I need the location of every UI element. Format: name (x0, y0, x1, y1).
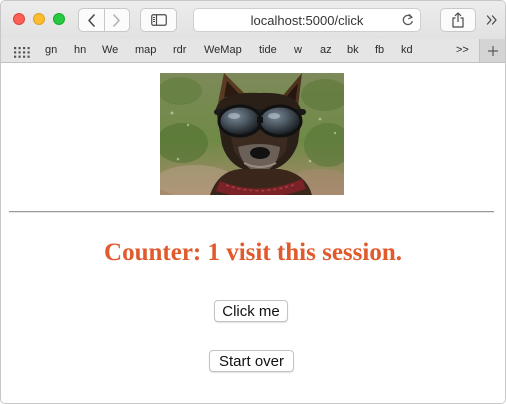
toolbar-overflow-button[interactable] (482, 12, 502, 28)
bookmarks-overflow-button[interactable]: >> (456, 44, 469, 56)
minimize-window-button[interactable] (33, 13, 45, 25)
horizontal-divider (9, 211, 494, 213)
bookmark-item[interactable]: fb (375, 44, 384, 56)
dog-with-goggles-image (160, 73, 344, 195)
reload-button[interactable] (401, 13, 414, 32)
bookmark-item[interactable]: az (320, 44, 332, 56)
click-me-button[interactable]: Click me (214, 300, 288, 322)
browser-window: localhost:5000/click gn hn We map rdr We… (0, 0, 506, 404)
bookmark-item[interactable]: WeMap (204, 44, 242, 56)
grid-icon (14, 47, 30, 58)
start-over-button[interactable]: Start over (209, 350, 294, 372)
bookmark-item[interactable]: tide (259, 44, 277, 56)
back-button[interactable] (79, 9, 104, 31)
forward-button[interactable] (103, 9, 130, 31)
share-button[interactable] (440, 8, 476, 32)
bookmark-item[interactable]: w (294, 44, 302, 56)
sidebar-icon (150, 14, 167, 26)
plus-icon (487, 45, 498, 56)
visit-counter: Counter: 1 visit this session. (104, 239, 402, 266)
page-content: Counter: 1 visit this session. Click me … (1, 63, 505, 403)
reload-icon (402, 13, 413, 26)
bookmark-item[interactable]: rdr (173, 44, 186, 56)
bookmark-item[interactable]: kd (401, 44, 413, 56)
share-icon (452, 12, 464, 28)
chevron-left-icon (87, 13, 95, 27)
bookmark-item[interactable]: map (135, 44, 156, 56)
sidebar-toggle-button[interactable] (140, 8, 177, 32)
new-tab-button[interactable] (479, 39, 505, 62)
bookmark-item[interactable]: hn (74, 44, 86, 56)
address-bar[interactable]: localhost:5000/click (193, 8, 421, 32)
close-window-button[interactable] (13, 13, 25, 25)
maximize-window-button[interactable] (53, 13, 65, 25)
bookmark-item[interactable]: We (102, 44, 118, 56)
bookmark-item[interactable]: gn (45, 44, 57, 56)
address-url: localhost:5000/click (250, 13, 364, 28)
bookmark-item[interactable]: bk (347, 44, 359, 56)
bookmarks-bar: gn hn We map rdr WeMap tide w az bk fb k… (1, 39, 505, 63)
navigation-buttons (78, 8, 130, 32)
chevron-right-icon (113, 13, 121, 27)
browser-toolbar: localhost:5000/click (1, 1, 505, 39)
top-sites-button[interactable] (14, 45, 30, 63)
double-chevron-right-icon (486, 15, 497, 25)
